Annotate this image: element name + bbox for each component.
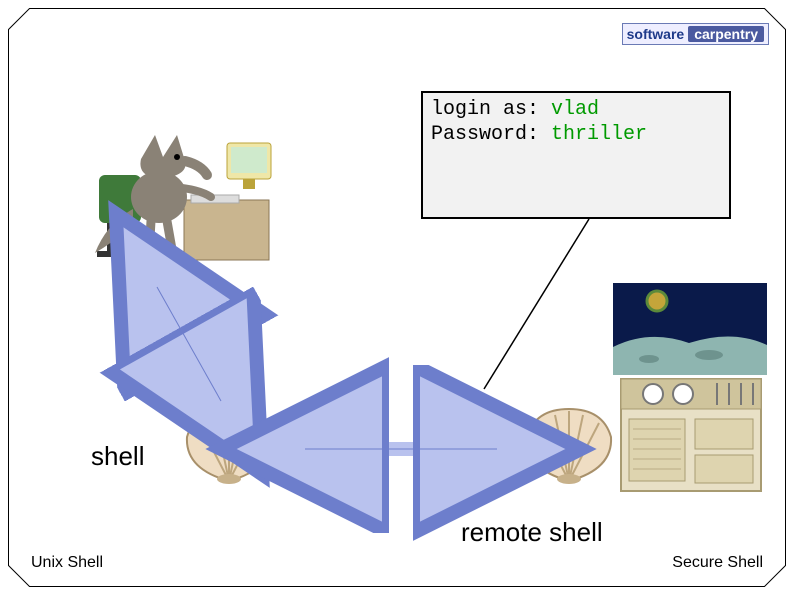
logo-word-software: software (627, 26, 685, 42)
moon-base-computer-icon (609, 279, 771, 499)
double-arrow-vertical-icon (129, 269, 249, 419)
password-value: thriller (539, 123, 647, 146)
footer-left: Unix Shell (31, 554, 103, 572)
software-carpentry-logo: software carpentry (622, 23, 769, 45)
footer-right: Secure Shell (672, 554, 763, 572)
wolf-at-computer-icon (89, 105, 279, 270)
terminal-line-2: Password: thriller (431, 122, 721, 147)
label-shell: shell (91, 441, 144, 472)
label-remote-shell: remote shell (461, 517, 603, 548)
logo-word-carpentry: carpentry (688, 26, 764, 42)
login-prompt: login as: (431, 98, 539, 121)
password-prompt: Password: (431, 123, 539, 146)
callout-line-icon (479, 219, 599, 399)
double-arrow-horizontal-icon (291, 429, 511, 469)
terminal-box: login as: vlad Password: thriller (421, 91, 731, 219)
terminal-line-1: login as: vlad (431, 97, 721, 122)
login-value: vlad (539, 98, 599, 121)
seashell-remote-icon (519, 405, 619, 485)
slide-frame: software carpentry login as: vlad Passwo… (8, 8, 786, 587)
